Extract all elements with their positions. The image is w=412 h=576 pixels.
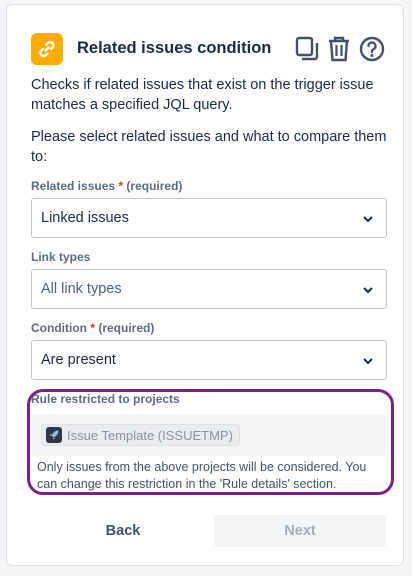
required-star: * (90, 321, 95, 335)
project-name: Issue Template (ISSUETMP) (67, 427, 233, 443)
related-issues-value: Linked issues (41, 210, 129, 226)
description-text: Checks if related issues that exist on t… (31, 77, 374, 113)
project-chip: Issue Template (ISSUETMP) (41, 424, 240, 446)
chevron-down-icon (363, 216, 373, 223)
trash-icon[interactable] (326, 35, 352, 63)
page-title: Related issues condition (77, 39, 272, 57)
chevron-down-icon (363, 358, 373, 365)
required-text: (required) (98, 321, 155, 335)
required-star: * (118, 179, 124, 193)
panel-header: Related issues condition (31, 31, 387, 67)
restriction-label: Rule restricted to projects (31, 392, 180, 406)
condition-value: Are present (41, 352, 116, 368)
condition-label: Condition * (required) (31, 321, 155, 335)
link-types-select[interactable]: All link types (31, 269, 387, 309)
link-types-value: All link types (41, 281, 122, 297)
copy-icon[interactable] (295, 35, 321, 63)
related-issues-select[interactable]: Linked issues (31, 198, 387, 238)
required-text: (required) (126, 179, 183, 193)
condition-select[interactable]: Are present (31, 340, 387, 380)
back-button[interactable]: Back (37, 515, 209, 547)
next-button[interactable]: Next (214, 515, 386, 547)
restriction-note: Only issues from the above projects will… (37, 460, 367, 491)
help-icon[interactable] (359, 35, 385, 63)
condition-panel: Related issues condition Checks if relat… (6, 4, 404, 566)
link-types-label: Link types (31, 250, 91, 264)
chevron-down-icon (363, 287, 373, 294)
prompt-text: Please select related issues and what to… (31, 129, 387, 165)
restricted-projects-box: Issue Template (ISSUETMP) (31, 414, 387, 456)
rocket-icon (46, 427, 62, 443)
related-issues-label: Related issues * (required) (31, 179, 183, 193)
link-icon (31, 33, 63, 65)
